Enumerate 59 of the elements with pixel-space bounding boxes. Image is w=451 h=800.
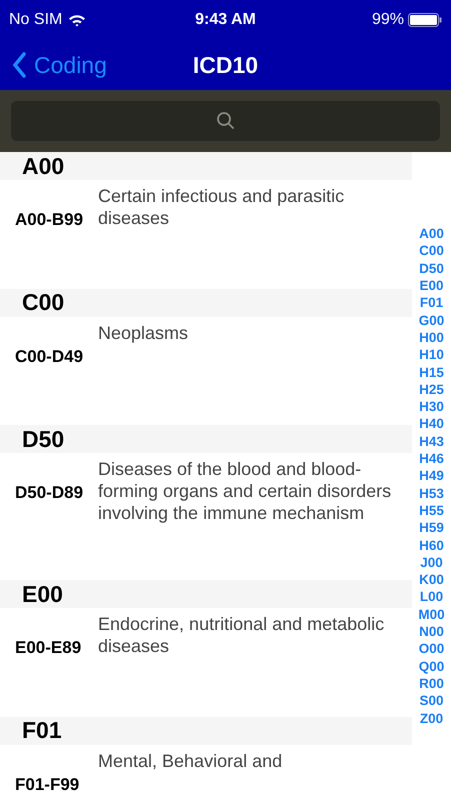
index-letter[interactable]: H49	[419, 467, 444, 485]
code-range: A00-B99	[14, 209, 84, 231]
index-letter[interactable]: K00	[419, 571, 444, 588]
item-description: Endocrine, nutritional and metabolic diseases	[98, 613, 386, 658]
index-letter[interactable]: H59	[419, 519, 444, 537]
time-label: 9:43 AM	[195, 10, 256, 30]
search-icon	[216, 111, 236, 131]
index-letter[interactable]: H43	[419, 432, 444, 450]
code-range: E00-E89	[14, 637, 82, 659]
wifi-icon	[68, 14, 86, 26]
section-header: F01	[0, 716, 412, 744]
index-letter[interactable]: C00	[419, 242, 444, 260]
index-letter[interactable]: H55	[419, 502, 444, 520]
index-letter[interactable]: A00	[419, 225, 444, 242]
index-letter[interactable]: M00	[418, 606, 445, 624]
index-letter[interactable]: F01	[420, 294, 444, 312]
code-range: C00-D49	[14, 346, 84, 368]
section-header: C00	[0, 288, 412, 316]
index-letter[interactable]: Q00	[418, 658, 444, 675]
section-header: D50	[0, 425, 412, 453]
section-header: E00	[0, 580, 412, 608]
index-letter[interactable]: E00	[419, 277, 444, 294]
battery-icon	[408, 13, 442, 27]
list-item[interactable]: E00-E89 Endocrine, nutritional and metabolic diseases	[0, 608, 412, 716]
index-letter[interactable]: N00	[419, 623, 444, 640]
index-letter[interactable]: H53	[419, 484, 444, 502]
carrier-label: No SIM	[9, 10, 62, 30]
index-letter[interactable]: J00	[420, 554, 443, 572]
index-letter[interactable]: H40	[419, 415, 444, 433]
item-description: Mental, Behavioral and	[98, 750, 284, 772]
list-item[interactable]: A00-B99 Certain infectious and parasitic diseases	[0, 180, 412, 288]
index-letter[interactable]: R00	[419, 674, 444, 692]
code-range: D50-D89	[14, 482, 84, 504]
list-item[interactable]: F01-F99 Mental, Behavioral and	[0, 744, 412, 800]
list-item[interactable]: D50-D89 Diseases of the blood and blood-forming organs and certain disorders involving the immune mechanism	[0, 453, 412, 580]
item-description: Neoplasms	[98, 322, 190, 345]
search-field[interactable]	[11, 101, 440, 141]
section-header: A00	[0, 152, 412, 180]
index-letter[interactable]: H10	[419, 346, 444, 364]
index-letter[interactable]: H00	[419, 328, 444, 346]
index-letter[interactable]: H25	[419, 380, 444, 398]
chevron-left-icon	[12, 52, 26, 78]
index-letter[interactable]: H30	[419, 398, 444, 416]
item-description: Certain infectious and parasitic diseases	[98, 185, 346, 230]
list-item[interactable]: C00-D49 Neoplasms	[0, 316, 412, 425]
code-range: F01-F99	[14, 774, 80, 796]
back-button[interactable]: Coding	[0, 48, 107, 82]
item-description: Diseases of the blood and blood-forming organs and certain disorders involving the immune mechanism	[98, 458, 392, 524]
index-letter[interactable]: Z00	[420, 710, 444, 727]
index-letter[interactable]: H15	[419, 364, 444, 381]
index-letter[interactable]: G00	[418, 312, 444, 329]
index-letter[interactable]: H46	[419, 450, 444, 468]
index-letter[interactable]: S00	[419, 692, 444, 710]
index-letter[interactable]: O00	[418, 640, 444, 658]
index-letter[interactable]: L00	[420, 588, 444, 606]
page-title: ICD10	[192, 50, 258, 80]
battery-label: 99%	[372, 10, 404, 30]
index-letter[interactable]: D50	[419, 260, 444, 278]
index-letter[interactable]: H60	[419, 536, 444, 554]
